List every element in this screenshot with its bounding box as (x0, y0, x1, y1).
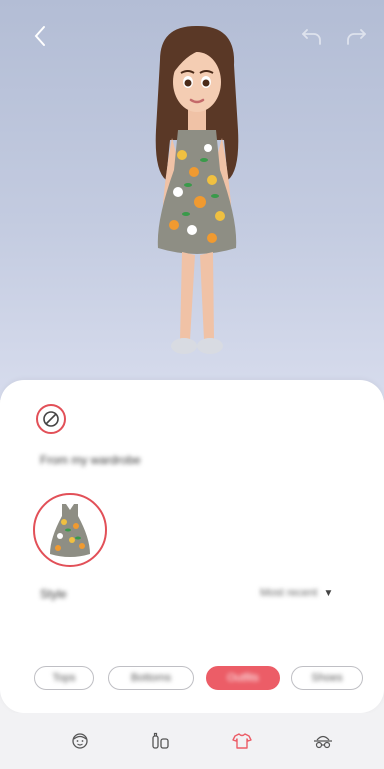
chip-shoes[interactable]: Shoes (291, 666, 363, 690)
chip-label: Outfits (227, 672, 259, 684)
app-frame: From my wardrobe Style Most recent ▼ Top… (0, 0, 384, 769)
style-label: Style (40, 587, 67, 601)
chip-bottoms[interactable]: Bottoms (108, 666, 194, 690)
section-title: From my wardrobe (40, 453, 141, 467)
nav-outfit[interactable] (229, 729, 255, 753)
chip-tops[interactable]: Tops (34, 666, 94, 690)
prohibited-icon (43, 411, 59, 427)
back-button[interactable] (26, 22, 54, 50)
selected-dress-item[interactable] (33, 493, 107, 567)
undo-icon (302, 29, 321, 45)
bottom-nav (0, 713, 384, 769)
avatar-scene (0, 0, 384, 400)
avatar-illustration (155, 25, 239, 354)
chip-label: Bottoms (130, 672, 172, 684)
nav-accessories[interactable] (310, 729, 336, 753)
nav-body[interactable] (148, 729, 174, 753)
redo-icon (347, 29, 366, 45)
redo-button[interactable] (342, 22, 370, 50)
chevron-left-icon (34, 26, 45, 46)
dress-thumbnail (50, 504, 90, 557)
chip-label: Tops (52, 672, 76, 684)
sort-value: Most recent (260, 587, 318, 599)
body-icon (152, 732, 169, 749)
sort-dropdown[interactable]: Most recent ▼ (260, 587, 333, 599)
shirt-icon (232, 733, 252, 749)
chip-outfits[interactable]: Outfits (206, 666, 280, 690)
avatar-figure[interactable] (120, 20, 270, 370)
face-icon (72, 733, 88, 749)
chip-label: Shoes (311, 672, 343, 684)
nav-face[interactable] (67, 729, 93, 753)
undo-button[interactable] (298, 22, 326, 50)
no-outfit-button[interactable] (36, 404, 66, 434)
accessories-icon (314, 735, 332, 749)
triangle-down-icon: ▼ (323, 587, 334, 599)
